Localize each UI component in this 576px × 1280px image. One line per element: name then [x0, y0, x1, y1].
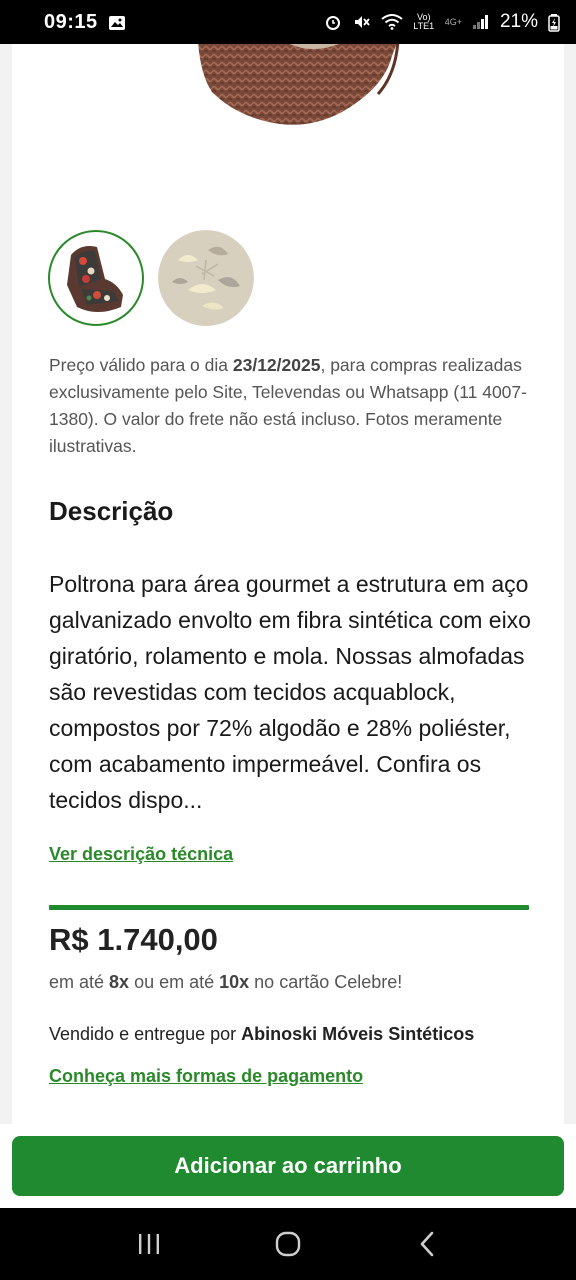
back-icon[interactable]	[397, 1220, 457, 1268]
thumbnail-chair[interactable]	[48, 230, 144, 326]
image-icon	[108, 14, 126, 30]
description-title: Descrição	[49, 496, 174, 526]
network-type: 4G+	[444, 17, 462, 27]
status-bar: 09:15 Vo) LTE1 4G+ 21%	[0, 0, 576, 44]
notice-date: 23/12/2025	[232, 355, 321, 375]
divider	[49, 905, 529, 910]
installments-prefix: em até	[49, 972, 110, 992]
image-thumbnails	[48, 230, 254, 326]
network-label: Vo) LTE1	[413, 12, 435, 31]
price-notice: Preço válido para o dia 23/12/2025, para…	[49, 352, 539, 460]
installments-10x: 10x	[219, 972, 250, 992]
recents-icon[interactable]	[119, 1220, 179, 1268]
tech-description-link[interactable]: Ver descrição técnica	[49, 844, 233, 865]
system-nav-bar	[0, 1208, 576, 1280]
signal-icon	[472, 14, 490, 30]
installments-info: em até 8x ou em até 10x no cartão Celebr…	[49, 972, 402, 993]
battery-charging-icon	[548, 14, 560, 32]
product-price: R$ 1.740,00	[49, 922, 218, 957]
thumbnail-fabric[interactable]	[158, 230, 254, 326]
installments-suffix: no cartão Celebre!	[249, 972, 403, 992]
battery-level: 21%	[499, 11, 538, 32]
notice-prefix: Preço válido para o dia	[49, 355, 233, 375]
seller-prefix: Vendido e entregue por	[49, 1024, 242, 1044]
add-to-cart-button[interactable]: Adicionar ao carrinho	[12, 1136, 564, 1196]
description-text: Poltrona para área gourmet a estrutura e…	[49, 571, 531, 813]
product-main-image[interactable]	[12, 44, 564, 134]
seller-name: Abinoski Móveis Sintéticos	[241, 1024, 475, 1044]
alarm-icon	[325, 14, 343, 30]
mute-icon	[353, 14, 371, 30]
installments-8x: 8x	[109, 972, 130, 992]
product-card: Preço válido para o dia 23/12/2025, para…	[12, 44, 564, 1124]
payment-options-link[interactable]: Conheça mais formas de pagamento	[49, 1066, 363, 1087]
installments-middle: ou em até	[129, 972, 220, 992]
home-icon[interactable]	[258, 1220, 318, 1268]
wifi-icon	[381, 14, 403, 30]
seller-info: Vendido e entregue por Abinoski Móveis S…	[49, 1024, 474, 1045]
bottom-action-bar: Adicionar ao carrinho	[0, 1124, 576, 1208]
status-time: 09:15	[44, 10, 98, 33]
page-content: Preço válido para o dia 23/12/2025, para…	[0, 44, 576, 1124]
